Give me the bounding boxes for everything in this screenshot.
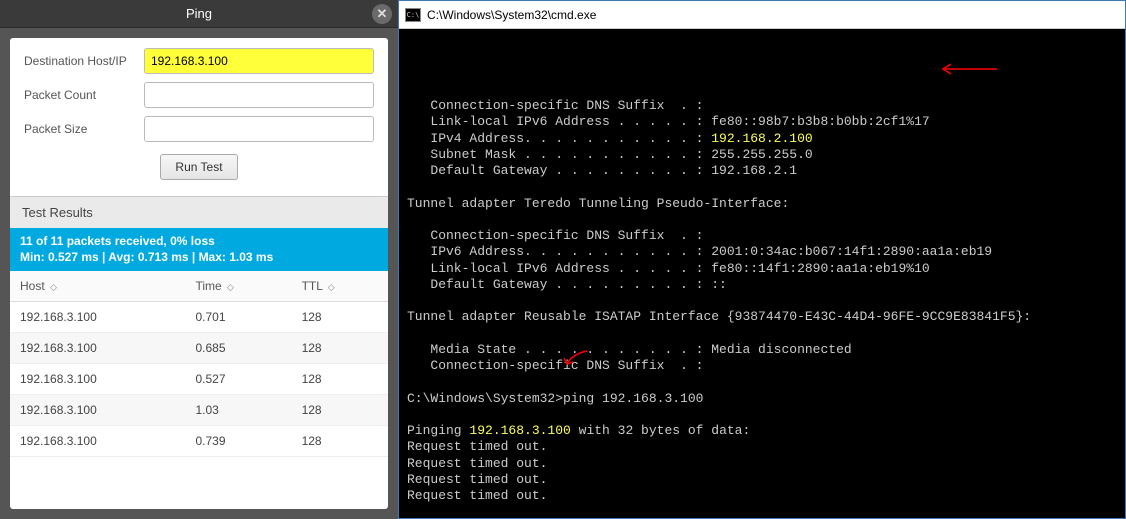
cell-ttl: 128 — [292, 302, 388, 333]
cmd-line: C:\Windows\System32>ping 192.168.3.100 — [407, 391, 1117, 407]
cell-host: 192.168.3.100 — [10, 426, 185, 457]
cmd-line — [407, 326, 1117, 342]
cmd-line: Media State . . . . . . . . . . . : Medi… — [407, 342, 1117, 358]
ping-form: Destination Host/IP Packet Count Packet … — [10, 38, 388, 196]
table-row: 192.168.3.1000.701128 — [10, 302, 388, 333]
cmd-line: Request timed out. — [407, 439, 1117, 455]
sort-icon: ◇ — [328, 282, 335, 292]
dest-input[interactable] — [144, 48, 374, 74]
cmd-line — [407, 293, 1117, 309]
cmd-line: Subnet Mask . . . . . . . . . . . : 255.… — [407, 147, 1117, 163]
results-table: Host ◇ Time ◇ TTL ◇ 192.168.3.1000.70112… — [10, 271, 388, 457]
cell-host: 192.168.3.100 — [10, 302, 185, 333]
cmd-line: Request timed out. — [407, 488, 1117, 504]
cell-time: 0.685 — [185, 333, 291, 364]
cell-host: 192.168.3.100 — [10, 364, 185, 395]
cmd-line: Request timed out. — [407, 472, 1117, 488]
cmd-line: Default Gateway . . . . . . . . . : 192.… — [407, 163, 1117, 179]
cell-time: 0.527 — [185, 364, 291, 395]
summary-line1: 11 of 11 packets received, 0% loss — [20, 234, 378, 250]
size-input[interactable] — [144, 116, 374, 142]
cmd-titlebar: C:\ C:\Windows\System32\cmd.exe — [399, 1, 1125, 29]
cmd-line: Tunnel adapter Reusable ISATAP Interface… — [407, 309, 1117, 325]
label-size: Packet Size — [24, 122, 144, 136]
cmd-body[interactable]: Connection-specific DNS Suffix . : Link-… — [399, 29, 1125, 518]
cmd-line — [407, 212, 1117, 228]
annotation-arrow-icon — [939, 61, 999, 77]
cmd-line: Pinging 192.168.3.100 with 32 bytes of d… — [407, 423, 1117, 439]
table-row: 192.168.3.1000.527128 — [10, 364, 388, 395]
ping-title: Ping — [186, 6, 212, 21]
cmd-line — [407, 504, 1117, 518]
cmd-icon: C:\ — [405, 8, 421, 22]
cmd-line: Link-local IPv6 Address . . . . . : fe80… — [407, 114, 1117, 130]
table-row: 192.168.3.1001.03128 — [10, 395, 388, 426]
cell-ttl: 128 — [292, 395, 388, 426]
cmd-line: Connection-specific DNS Suffix . : — [407, 358, 1117, 374]
cmd-line — [407, 374, 1117, 390]
table-row: 192.168.3.1000.739128 — [10, 426, 388, 457]
cmd-line: IPv4 Address. . . . . . . . . . . : 192.… — [407, 131, 1117, 147]
cmd-line: Link-local IPv6 Address . . . . . : fe80… — [407, 261, 1117, 277]
cmd-title-text: C:\Windows\System32\cmd.exe — [427, 8, 596, 22]
sort-icon: ◇ — [227, 282, 234, 292]
cmd-line: IPv6 Address. . . . . . . . . . . : 2001… — [407, 244, 1117, 260]
table-row: 192.168.3.1000.685128 — [10, 333, 388, 364]
cmd-line: Tunnel adapter Teredo Tunneling Pseudo-I… — [407, 196, 1117, 212]
label-count: Packet Count — [24, 88, 144, 102]
results-summary: 11 of 11 packets received, 0% loss Min: … — [10, 228, 388, 271]
cell-time: 1.03 — [185, 395, 291, 426]
cell-ttl: 128 — [292, 333, 388, 364]
results-header: Test Results — [10, 196, 388, 228]
col-ttl[interactable]: TTL ◇ — [292, 271, 388, 302]
sort-icon: ◇ — [50, 282, 57, 292]
cmd-line — [407, 407, 1117, 423]
cell-time: 0.739 — [185, 426, 291, 457]
ping-panel: Ping ✕ Destination Host/IP Packet Count … — [0, 0, 398, 519]
cell-time: 0.701 — [185, 302, 291, 333]
count-input[interactable] — [144, 82, 374, 108]
cmd-window: C:\ C:\Windows\System32\cmd.exe Connecti… — [398, 0, 1126, 519]
summary-line2: Min: 0.527 ms | Avg: 0.713 ms | Max: 1.0… — [20, 250, 378, 266]
cell-ttl: 128 — [292, 426, 388, 457]
cmd-line: Request timed out. — [407, 456, 1117, 472]
cell-host: 192.168.3.100 — [10, 395, 185, 426]
ping-header: Ping ✕ — [0, 0, 398, 28]
cell-host: 192.168.3.100 — [10, 333, 185, 364]
results-table-wrap[interactable]: Host ◇ Time ◇ TTL ◇ 192.168.3.1000.70112… — [10, 271, 388, 509]
label-dest: Destination Host/IP — [24, 54, 144, 68]
cmd-line: Connection-specific DNS Suffix . : — [407, 98, 1117, 114]
col-time[interactable]: Time ◇ — [185, 271, 291, 302]
cmd-line: Default Gateway . . . . . . . . . : :: — [407, 277, 1117, 293]
run-test-button[interactable]: Run Test — [160, 154, 237, 180]
close-icon[interactable]: ✕ — [372, 4, 392, 24]
cmd-line: Connection-specific DNS Suffix . : — [407, 228, 1117, 244]
cell-ttl: 128 — [292, 364, 388, 395]
col-host[interactable]: Host ◇ — [10, 271, 185, 302]
cmd-line — [407, 179, 1117, 195]
